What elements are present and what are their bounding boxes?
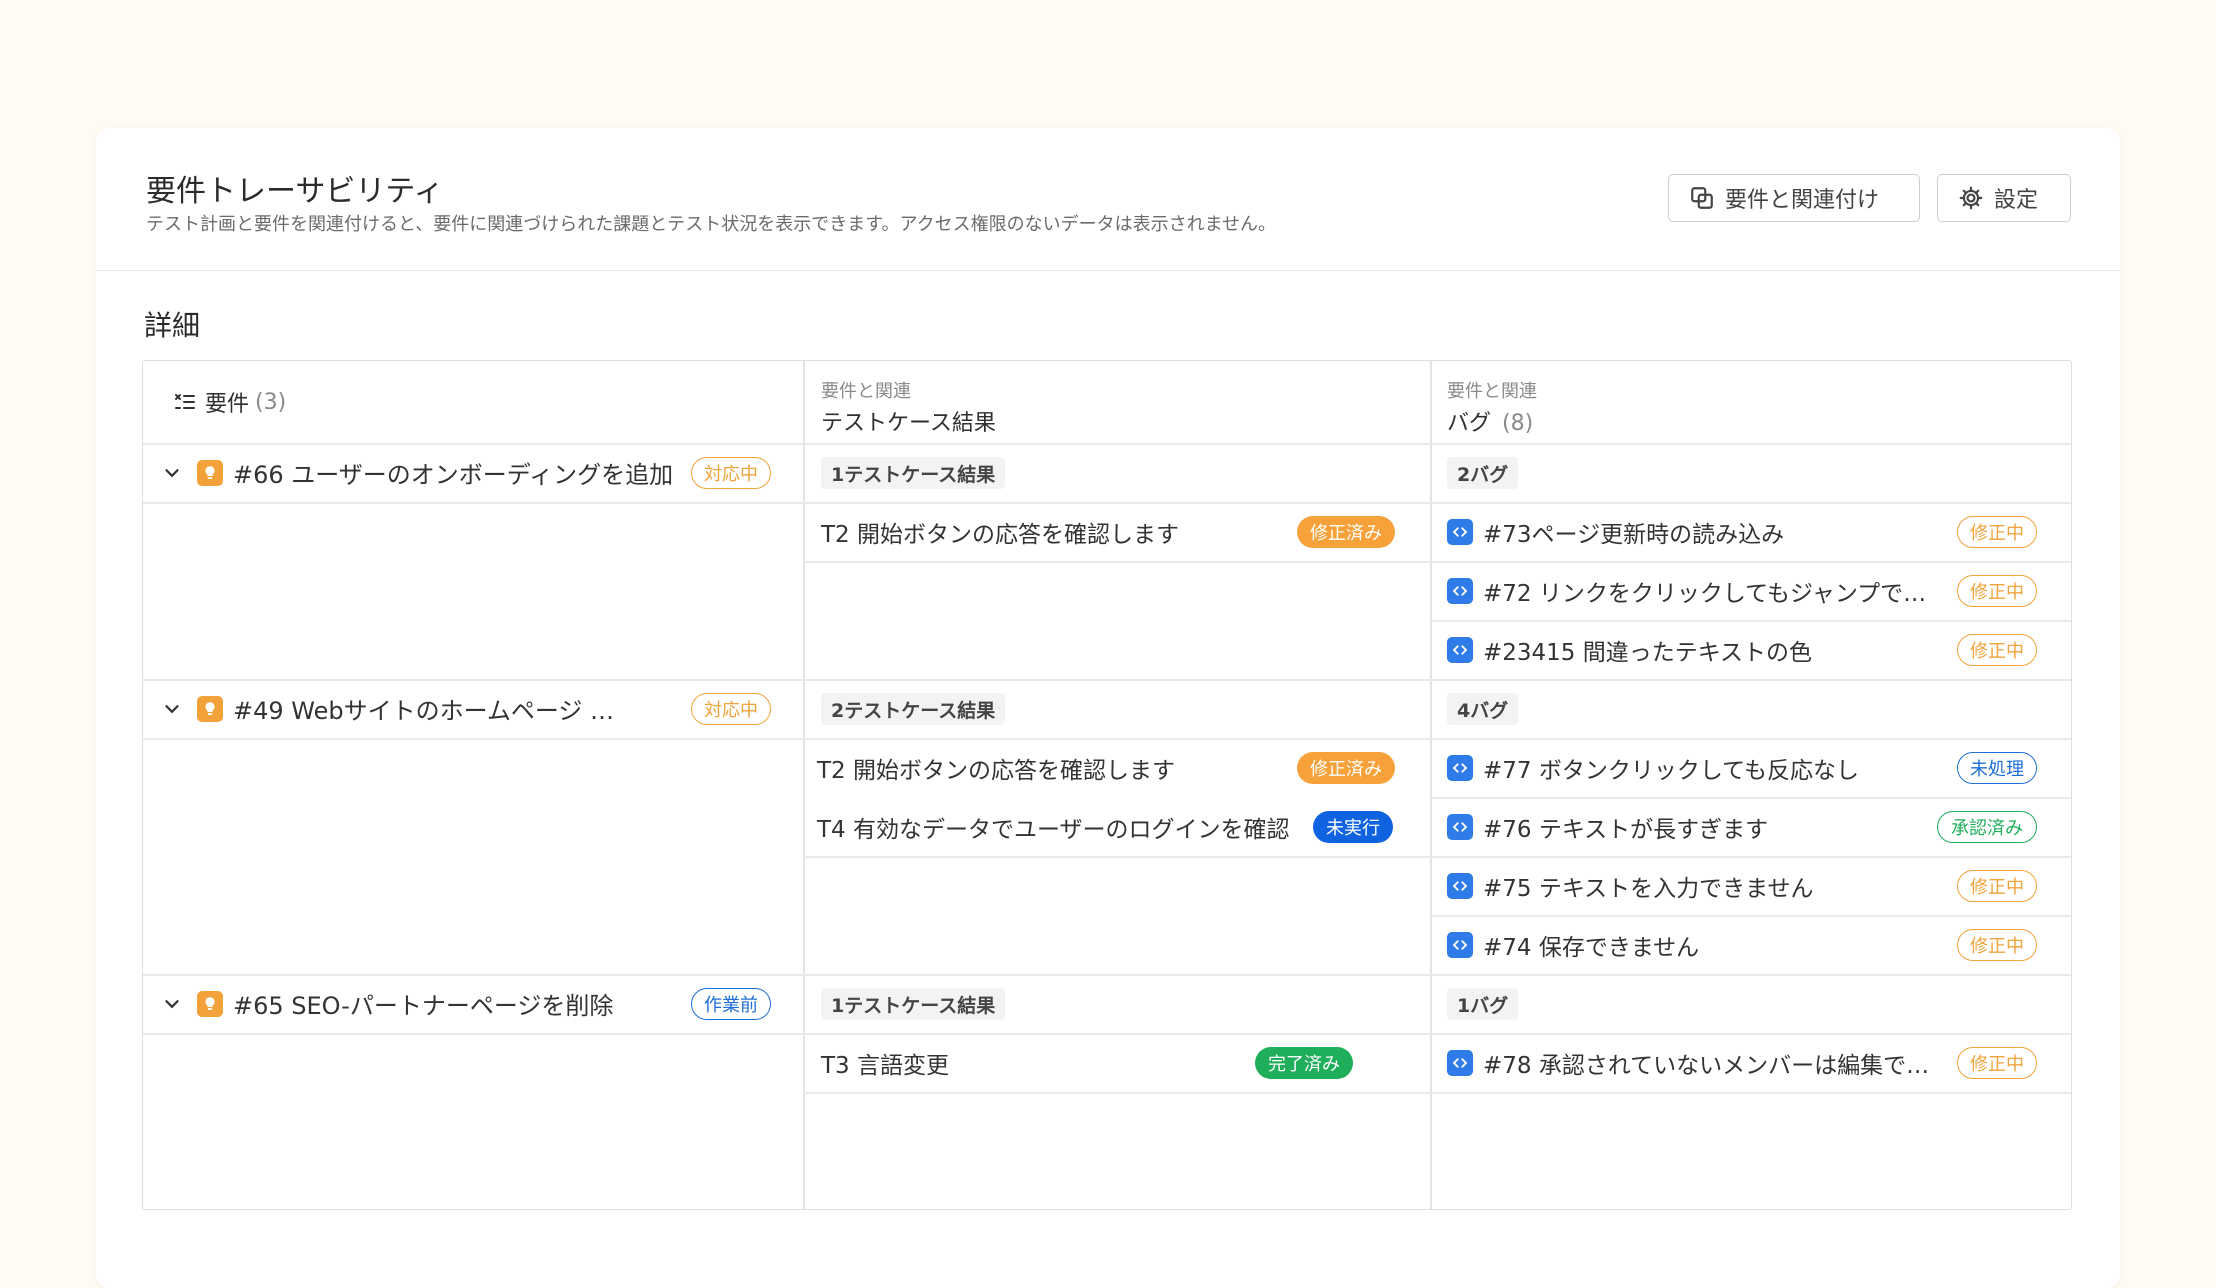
column-header-requirements[interactable]: 要件 (3) <box>173 361 773 443</box>
chevron-down-icon[interactable] <box>161 462 183 484</box>
bug-name: #77 ボタンクリックしても反応なし <box>1483 757 1860 784</box>
code-icon <box>1447 872 1473 899</box>
gear-icon <box>1959 186 1983 210</box>
bug-row[interactable]: #72 リンクをクリックしてもジャンプでき… <box>1447 561 1947 620</box>
code-icon <box>1447 518 1473 545</box>
code-icon <box>1447 1049 1473 1076</box>
bug-row[interactable]: #74 保存できません <box>1447 915 1947 974</box>
list-icon <box>175 394 195 409</box>
bug-name: #75 テキストを入力できません <box>1483 875 1814 902</box>
card-header: 要件トレーサビリティ テスト計画と要件を関連付けると、要件に関連づけられた課題と… <box>96 128 2120 271</box>
status-badge: 対応中 <box>691 457 771 489</box>
bugs-count: (8) <box>1502 411 1534 436</box>
status-badge: 修正中 <box>1957 870 2037 902</box>
status-badge: 承認済み <box>1937 811 2037 843</box>
bug-count: 2バグ <box>1447 457 1519 489</box>
status-badge: 修正中 <box>1957 1047 2037 1079</box>
settings-button[interactable]: 設定 <box>1937 174 2071 222</box>
page-title: 要件トレーサビリティ <box>146 174 444 209</box>
testcase-row[interactable]: T2 開始ボタンの応答を確認します <box>821 502 1301 561</box>
status-badge: 完了済み <box>1255 1047 1353 1079</box>
status-badge: 修正済み <box>1297 516 1395 548</box>
testcases-label: テストケース結果 <box>821 411 996 436</box>
bug-row[interactable]: #73ページ更新時の読み込み <box>1447 502 1947 561</box>
requirement-row[interactable]: #66 ユーザーのオンボーディングを追加 <box>161 443 681 502</box>
bug-name: #78 承認されていないメンバーは編集でき… <box>1483 1052 1947 1079</box>
bug-row[interactable]: #77 ボタンクリックしても反応なし <box>1447 738 1947 797</box>
status-badge: 修正中 <box>1957 575 2037 607</box>
lightbulb-icon <box>197 459 223 486</box>
requirement-name[interactable]: #65 SEO-パートナーページを削除 <box>233 986 613 1021</box>
requirement-row[interactable]: #65 SEO-パートナーページを削除 <box>161 974 661 1033</box>
link-requirement-button[interactable]: 要件と関連付け <box>1668 174 1920 222</box>
testcase-row[interactable]: T3 言語変更 <box>821 1033 1241 1092</box>
testcase-count: 2テストケース結果 <box>821 693 1006 725</box>
status-badge: 修正中 <box>1957 634 2037 666</box>
traceability-card: 要件トレーサビリティ テスト計画と要件を関連付けると、要件に関連づけられた課題と… <box>96 128 2120 1288</box>
testcases-caption: 要件と関連 <box>821 381 911 402</box>
bug-row[interactable]: #78 承認されていないメンバーは編集でき… <box>1447 1033 1947 1092</box>
status-badge: 修正済み <box>1297 752 1395 784</box>
status-badge: 未処理 <box>1957 752 2037 784</box>
testcase-count: 1テストケース結果 <box>821 457 1006 489</box>
bug-name: #23415 間違ったテキストの色 <box>1483 639 1813 666</box>
column-header-testcases: 要件と関連 テストケース結果 <box>821 377 996 437</box>
requirements-label: 要件 <box>205 392 250 417</box>
column-header-bugs: 要件と関連 バグ (8) <box>1447 377 1537 437</box>
code-icon <box>1447 636 1473 663</box>
status-badge: 対応中 <box>691 693 771 725</box>
testcase-row[interactable]: T4 有効なデータでユーザーのログインを確認 <box>817 797 1317 856</box>
status-badge: 修正中 <box>1957 929 2037 961</box>
lightbulb-icon <box>197 695 223 722</box>
bug-name: #74 保存できません <box>1483 934 1700 961</box>
lightbulb-icon <box>197 990 223 1017</box>
status-badge: 作業前 <box>691 988 771 1020</box>
bug-row[interactable]: #76 テキストが長すぎます <box>1447 797 1947 856</box>
settings-label: 設定 <box>1994 188 2039 213</box>
section-title: 詳細 <box>144 309 201 342</box>
testcase-count: 1テストケース結果 <box>821 988 1006 1020</box>
bugs-label: バグ <box>1447 411 1492 436</box>
page-subtitle: テスト計画と要件を関連付けると、要件に関連づけられた課題とテスト状況を表示できま… <box>146 214 1277 235</box>
bug-name: #73ページ更新時の読み込み <box>1483 521 1785 548</box>
status-badge: 修正中 <box>1957 516 2037 548</box>
requirement-row[interactable]: #49 Webサイトのホームページ … <box>161 679 661 738</box>
chevron-down-icon[interactable] <box>161 698 183 720</box>
bug-count: 1バグ <box>1447 988 1519 1020</box>
status-badge: 未実行 <box>1313 811 1393 843</box>
code-icon <box>1447 577 1473 604</box>
bug-name: #72 リンクをクリックしてもジャンプでき… <box>1483 580 1947 607</box>
bug-row[interactable]: #75 テキストを入力できません <box>1447 856 1947 915</box>
requirement-name[interactable]: #66 ユーザーのオンボーディングを追加 <box>233 455 673 490</box>
requirement-name[interactable]: #49 Webサイトのホームページ … <box>233 691 614 726</box>
code-icon <box>1447 754 1473 781</box>
traceability-table: 要件 (3) 要件と関連 テストケース結果 要件と関連 バグ (8) #66 ユ… <box>142 360 2072 1210</box>
link-requirement-label: 要件と関連付け <box>1725 188 1880 213</box>
bugs-caption: 要件と関連 <box>1447 381 1537 402</box>
bug-row[interactable]: #23415 間違ったテキストの色 <box>1447 620 1947 679</box>
code-icon <box>1447 931 1473 958</box>
code-icon <box>1447 813 1473 840</box>
testcase-row[interactable]: T2 開始ボタンの応答を確認します <box>817 738 1297 797</box>
bug-name: #76 テキストが長すぎます <box>1483 816 1769 843</box>
requirements-count: (3) <box>255 389 287 415</box>
link-icon <box>1691 187 1713 209</box>
bug-count: 4バグ <box>1447 693 1519 725</box>
chevron-down-icon[interactable] <box>161 993 183 1015</box>
